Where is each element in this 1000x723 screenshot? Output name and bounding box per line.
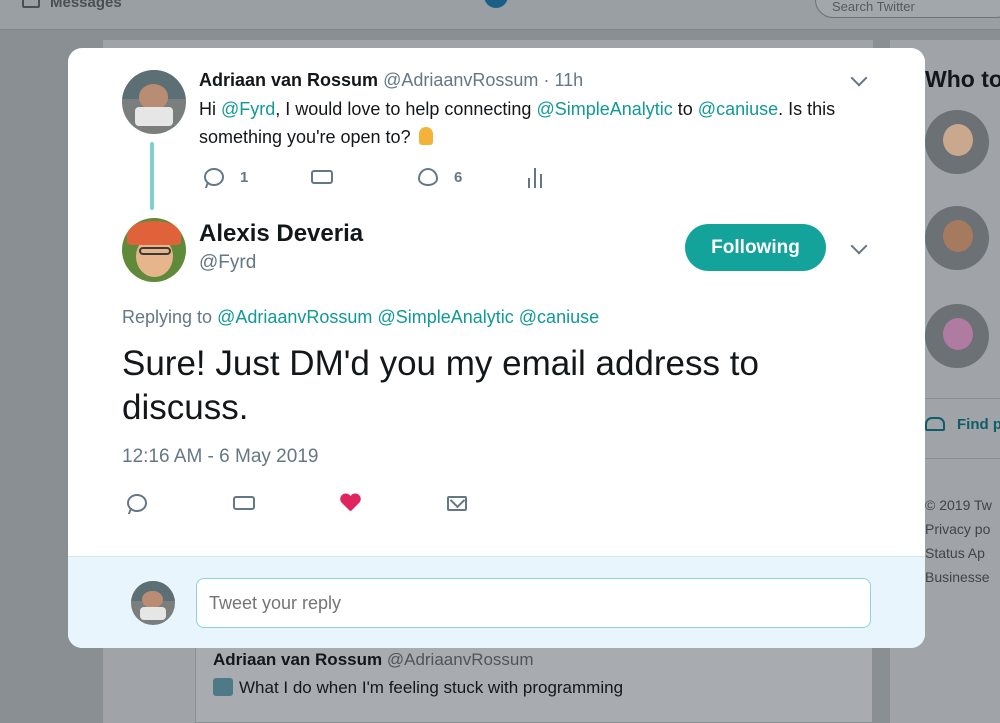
retweet-icon[interactable] — [233, 496, 255, 510]
who-to-follow-title: Who to — [925, 66, 1000, 92]
feed-tweet-author[interactable]: Adriaan van Rossum @AdriaanvRossum — [213, 650, 534, 670]
suggestion-avatar[interactable] — [925, 206, 989, 270]
reply-icon[interactable] — [127, 494, 147, 512]
divider — [925, 458, 1000, 459]
reply-composer — [68, 556, 925, 648]
replying-to-line: Replying to @AdriaanvRossum @SimpleAnaly… — [122, 307, 599, 328]
feed-tweet-handle[interactable]: @AdriaanvRossum — [387, 650, 534, 669]
current-user-avatar[interactable] — [131, 581, 175, 625]
messages-icon[interactable] — [22, 0, 40, 8]
feed-tweet[interactable]: Adriaan van Rossum @AdriaanvRossum What … — [195, 645, 873, 723]
top-navigation-bar: Messages Search Twitter — [0, 0, 1000, 30]
chevron-down-icon[interactable] — [850, 69, 868, 87]
alexis-avatar[interactable] — [122, 218, 186, 282]
feed-tweet-body: What I do when I'm feeling stuck with pr… — [239, 678, 624, 697]
feed-tweet-name[interactable]: Adriaan van Rossum — [213, 650, 382, 669]
footer-status-link[interactable]: Status Ap — [925, 545, 985, 561]
replying-prefix: Replying to — [122, 307, 213, 327]
main-tweet-name[interactable]: Alexis Deveria — [199, 220, 363, 248]
text-segment: Hi — [199, 99, 221, 119]
reply-count: 1 — [240, 169, 249, 186]
mention-link[interactable]: @SimpleAnalytic — [536, 99, 672, 119]
feed-tweet-text: What I do when I'm feeling stuck with pr… — [213, 678, 623, 698]
analytics-icon[interactable] — [528, 168, 544, 188]
footer-privacy-link[interactable]: Privacy po — [925, 521, 990, 537]
suggestion-avatar[interactable] — [925, 304, 989, 368]
people-icon — [925, 417, 945, 431]
messages-nav-label[interactable]: Messages — [50, 0, 122, 11]
tweet-reply-input[interactable] — [196, 578, 871, 628]
text-segment: to — [672, 99, 698, 119]
reply-icon[interactable] — [204, 168, 224, 186]
mention-link[interactable]: @AdriaanvRossum — [217, 307, 372, 327]
main-tweet-handle[interactable]: @Fyrd — [199, 252, 256, 274]
retweet-icon[interactable] — [311, 170, 333, 184]
chevron-down-icon[interactable] — [850, 237, 868, 255]
mention-link[interactable]: @caniuse — [698, 99, 778, 119]
main-tweet-timestamp[interactable]: 12:16 AM - 6 May 2019 — [122, 446, 318, 468]
adriaan-avatar[interactable] — [122, 70, 186, 134]
header-separator: · — [543, 70, 550, 90]
find-people-link[interactable]: Find p — [957, 416, 1000, 433]
suggestion-avatar[interactable] — [925, 110, 989, 174]
parent-tweet-header: Adriaan van Rossum @AdriaanvRossum · 11h — [199, 70, 583, 91]
footer-copyright: © 2019 Tw — [925, 497, 992, 513]
parent-tweet-time[interactable]: 11h — [554, 70, 583, 90]
twitter-logo-icon[interactable] — [484, 0, 508, 8]
search-box[interactable]: Search Twitter — [815, 0, 1000, 18]
parent-tweet-text: Hi @Fyrd, I would love to help connectin… — [199, 95, 879, 151]
mention-link[interactable]: @SimpleAnalytic — [377, 307, 513, 327]
like-count: 6 — [454, 169, 463, 186]
following-button[interactable]: Following — [685, 224, 826, 271]
like-outline-icon[interactable] — [418, 168, 438, 186]
folded-hands-emoji-icon — [416, 126, 436, 146]
text-segment: , I would love to help connecting — [275, 99, 537, 119]
mention-link[interactable]: @caniuse — [519, 307, 599, 327]
direct-message-icon[interactable] — [447, 496, 467, 511]
tweet-detail-modal: Adriaan van Rossum @AdriaanvRossum · 11h… — [68, 48, 925, 648]
divider — [925, 398, 1000, 399]
thread-connector-line — [150, 142, 154, 210]
parent-tweet-name[interactable]: Adriaan van Rossum — [199, 70, 378, 90]
footer-business-link[interactable]: Businesse — [925, 569, 990, 585]
liked-heart-icon[interactable] — [340, 494, 360, 512]
mention-link[interactable]: @Fyrd — [221, 99, 275, 119]
parent-tweet-handle[interactable]: @AdriaanvRossum — [383, 70, 538, 90]
main-tweet-text: Sure! Just DM'd you my email address to … — [122, 344, 759, 427]
search-placeholder: Search Twitter — [832, 0, 915, 14]
technologist-emoji-icon — [213, 678, 233, 696]
